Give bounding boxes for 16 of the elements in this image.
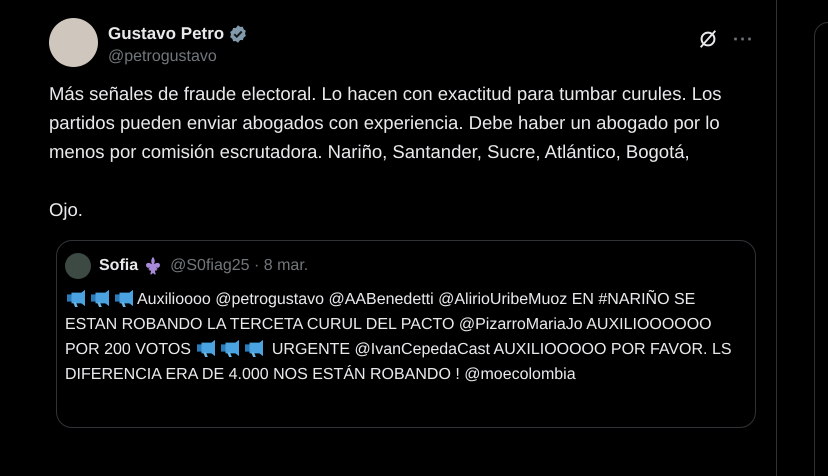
megaphone-icon (219, 339, 242, 357)
quoted-tweet-card[interactable] (56, 240, 756, 428)
quoted-author-name[interactable]: Sofia (99, 257, 138, 275)
author-handle[interactable]: @petrogustavo (108, 48, 248, 66)
quoted-tweet-text: Auxilioooo @petrogustavo @AABenedetti @AlirioUribeMuoz EN #NARIÑO SE ESTAN ROBANDO LA TERCETA CURUL DEL PACTO @PizarroMariaJo AUXILIOOOOOO POR 200 VOTOS URGENTE @IvanCepedaCast AUXILIOOOOO POR FAVOR. LS DIFERENCIA ERA DE 4.000 NOS ESTÁN ROBANDO ! @moecolombia (65, 288, 733, 385)
megaphone-icon (113, 289, 135, 307)
megaphone-icon (65, 289, 87, 307)
megaphone-icon (89, 289, 111, 307)
avatar-photo-placeholder[interactable] (49, 18, 98, 67)
author-name[interactable]: Gustavo Petro (108, 24, 224, 44)
tweet-text: Más señales de fraude electoral. Lo hacen con exactitud para tumbar curules. Los partidos pueden enviar abogados con experiencia. Debe haber un abogado por lo menos por comisión escrutadora. Nariño, Santander, Sucre, Atlántico, Bogotá, (49, 82, 723, 164)
megaphone-icon (195, 339, 218, 357)
more-button[interactable]: ··· (731, 28, 756, 50)
quoted-handle-and-date: @S0fiag25 · 8 mar. (170, 257, 308, 275)
megaphone-icon (243, 339, 266, 357)
tweet-text: Ojo. (49, 198, 84, 222)
